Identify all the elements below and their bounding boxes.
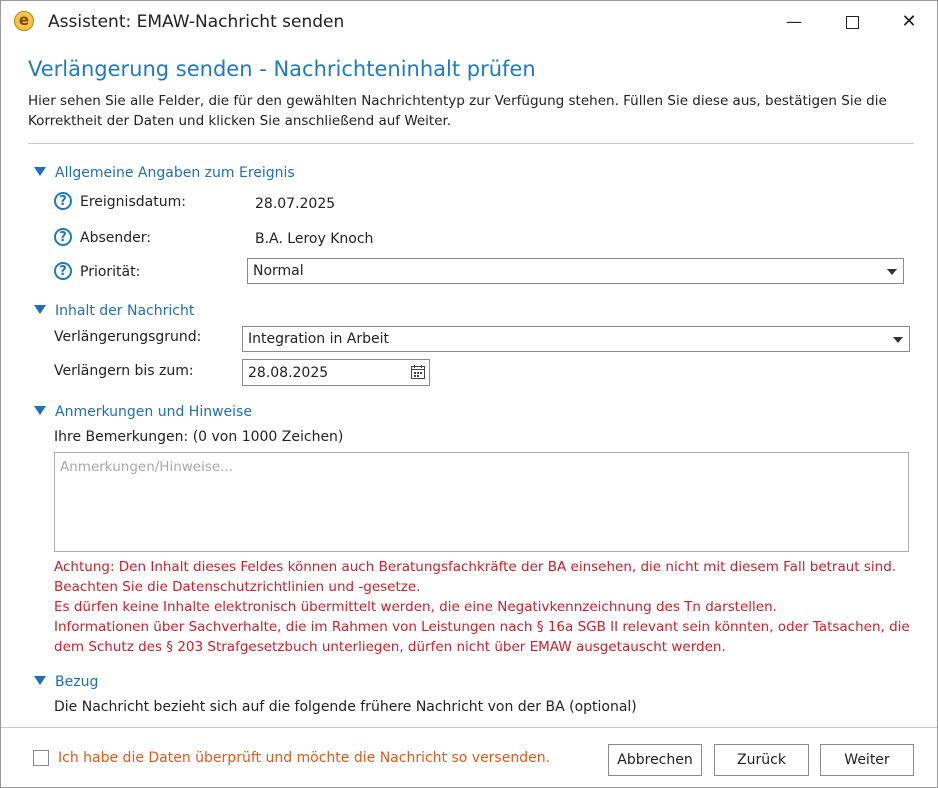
- event-date-label: Ereignisdatum:: [80, 194, 186, 210]
- extension-reason-label: Verlängerungsgrund:: [54, 329, 202, 345]
- title-bar: e Assistent: EMAW-Nachricht senden — ✕: [1, 1, 937, 43]
- sender-value: B.A. Leroy Knoch: [255, 231, 374, 247]
- section-notes-header[interactable]: Anmerkungen und Hinweise: [34, 404, 252, 420]
- description-line: Hier sehen Sie alle Felder, die für den …: [28, 93, 887, 109]
- warning-line: Achtung: Den Inhalt dieses Feldes können…: [54, 559, 897, 575]
- remarks-placeholder: Anmerkungen/Hinweise...: [60, 459, 234, 475]
- section-reference-title: Bezug: [55, 674, 99, 690]
- collapse-triangle-icon: [34, 676, 46, 685]
- page-title: Verlängerung senden - Nachrichteninhalt …: [28, 57, 536, 81]
- remarks-label: Ihre Bemerkungen: (0 von 1000 Zeichen): [54, 429, 344, 445]
- sender-label: Absender:: [80, 230, 151, 246]
- cancel-button[interactable]: Abbrechen: [608, 744, 702, 776]
- warning-line: Es dürfen keine Inhalte elektronisch übe…: [54, 599, 777, 615]
- extension-reason-value: Integration in Arbeit: [248, 331, 390, 347]
- reference-text: Die Nachricht bezieht sich auf die folge…: [54, 699, 637, 715]
- help-icon[interactable]: ?: [54, 262, 72, 280]
- window-title: Assistent: EMAW-Nachricht senden: [48, 12, 345, 32]
- dialog-window: e Assistent: EMAW-Nachricht senden — ✕ V…: [0, 0, 938, 788]
- close-button[interactable]: ✕: [892, 7, 926, 37]
- section-notes-title: Anmerkungen und Hinweise: [55, 404, 252, 420]
- extend-until-value: 28.08.2025: [248, 365, 329, 381]
- maximize-icon: [845, 16, 859, 29]
- privacy-warning: Achtung: Den Inhalt dieses Feldes können…: [54, 557, 914, 657]
- confirm-checkbox[interactable]: [33, 750, 49, 766]
- extension-reason-select[interactable]: Integration in Arbeit: [242, 326, 910, 352]
- extend-until-label: Verlängern bis zum:: [54, 363, 194, 379]
- section-general-header[interactable]: Allgemeine Angaben zum Ereignis: [34, 165, 295, 181]
- dropdown-arrow-icon: [887, 269, 897, 275]
- section-content-title: Inhalt der Nachricht: [55, 303, 195, 319]
- minimize-button[interactable]: —: [777, 7, 811, 37]
- confirm-checkbox-label[interactable]: Ich habe die Daten überprüft und möchte …: [58, 750, 550, 766]
- next-button[interactable]: Weiter: [820, 744, 914, 776]
- dropdown-arrow-icon: [893, 337, 903, 343]
- collapse-triangle-icon: [34, 305, 46, 314]
- remarks-textarea[interactable]: Anmerkungen/Hinweise...: [54, 452, 909, 552]
- extend-until-date-input[interactable]: 28.08.2025: [242, 359, 430, 386]
- section-reference-header[interactable]: Bezug: [34, 674, 98, 690]
- maximize-button[interactable]: [835, 7, 869, 37]
- collapse-triangle-icon: [34, 167, 46, 176]
- footer-separator: [1, 727, 937, 728]
- section-content-header[interactable]: Inhalt der Nachricht: [34, 303, 194, 319]
- priority-select[interactable]: Normal: [247, 258, 904, 284]
- section-general-title: Allgemeine Angaben zum Ereignis: [55, 165, 295, 181]
- back-button[interactable]: Zurück: [714, 744, 809, 776]
- warning-line: Beachten Sie die Datenschutzrichtlinien …: [54, 579, 421, 595]
- description-line: Korrektheit der Daten und klicken Sie an…: [28, 113, 452, 129]
- warning-line: dem Schutz des § 203 Strafgesetzbuch unt…: [54, 639, 726, 655]
- warning-line: Informationen über Sachverhalte, die im …: [54, 619, 910, 635]
- event-date-value: 28.07.2025: [255, 196, 336, 212]
- collapse-triangle-icon: [34, 406, 46, 415]
- app-logo-icon: e: [14, 11, 34, 31]
- priority-label: Priorität:: [80, 264, 141, 280]
- help-icon[interactable]: ?: [54, 228, 72, 246]
- calendar-icon[interactable]: [410, 364, 426, 380]
- page-description: Hier sehen Sie alle Felder, die für den …: [28, 91, 888, 131]
- priority-selected-value: Normal: [253, 263, 304, 279]
- header-separator: [28, 143, 914, 144]
- help-icon[interactable]: ?: [54, 192, 72, 210]
